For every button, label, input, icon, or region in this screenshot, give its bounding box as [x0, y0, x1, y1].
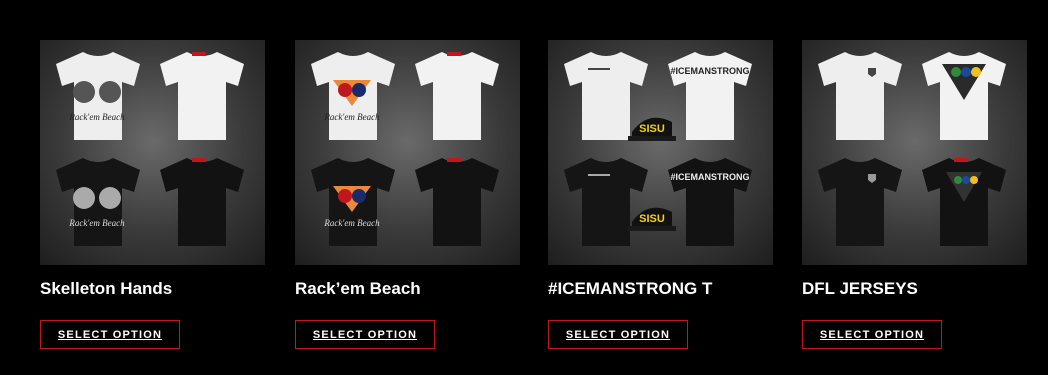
page-edge [1048, 0, 1052, 375]
product-title[interactable]: Skelleton Hands [40, 279, 172, 299]
product-title[interactable]: DFL JERSEYS [802, 279, 918, 299]
shirt-graphic-text: Rack'em Beach [68, 112, 125, 122]
select-option-button[interactable]: SELECT OPTION [295, 320, 435, 349]
product-image[interactable]: #ICEMANSTRONG #ICEMANSTRONG SISU SISU [548, 40, 773, 265]
product-image[interactable]: Rack'em Beach Rack'em Beach [295, 40, 520, 265]
product-image[interactable] [802, 40, 1027, 265]
shirt-graphic-text: Rack'em Beach [323, 112, 380, 122]
product-image[interactable]: Rack'em Beach Rack'em Beach [40, 40, 265, 265]
product-card-icemanstrong[interactable]: #ICEMANSTRONG #ICEMANSTRONG SISU SISU #I… [548, 40, 773, 349]
select-option-button[interactable]: SELECT OPTION [40, 320, 180, 349]
product-title[interactable]: #ICEMANSTRONG T [548, 279, 712, 299]
product-card-rackem-beach[interactable]: Rack'em Beach Rack'em Beach Rack’em Beac… [295, 40, 520, 349]
shirt-graphic-text: Rack'em Beach [323, 218, 380, 228]
shirt-graphic-text: #ICEMANSTRONG [670, 66, 749, 76]
select-option-button[interactable]: SELECT OPTION [548, 320, 688, 349]
shirt-graphic-text: Rack'em Beach [68, 218, 125, 228]
product-card-skelleton-hands[interactable]: Rack'em Beach Rack'em Beach Skelleton Ha… [40, 40, 265, 349]
cap-graphic-text: SISU [639, 213, 665, 225]
shirt-graphic-text: #ICEMANSTRONG [670, 172, 749, 182]
product-card-dfl-jerseys[interactable]: DFL JERSEYS SELECT OPTION [802, 40, 1027, 349]
select-option-button[interactable]: SELECT OPTION [802, 320, 942, 349]
cap-graphic-text: SISU [639, 123, 665, 135]
product-title[interactable]: Rack’em Beach [295, 279, 421, 299]
